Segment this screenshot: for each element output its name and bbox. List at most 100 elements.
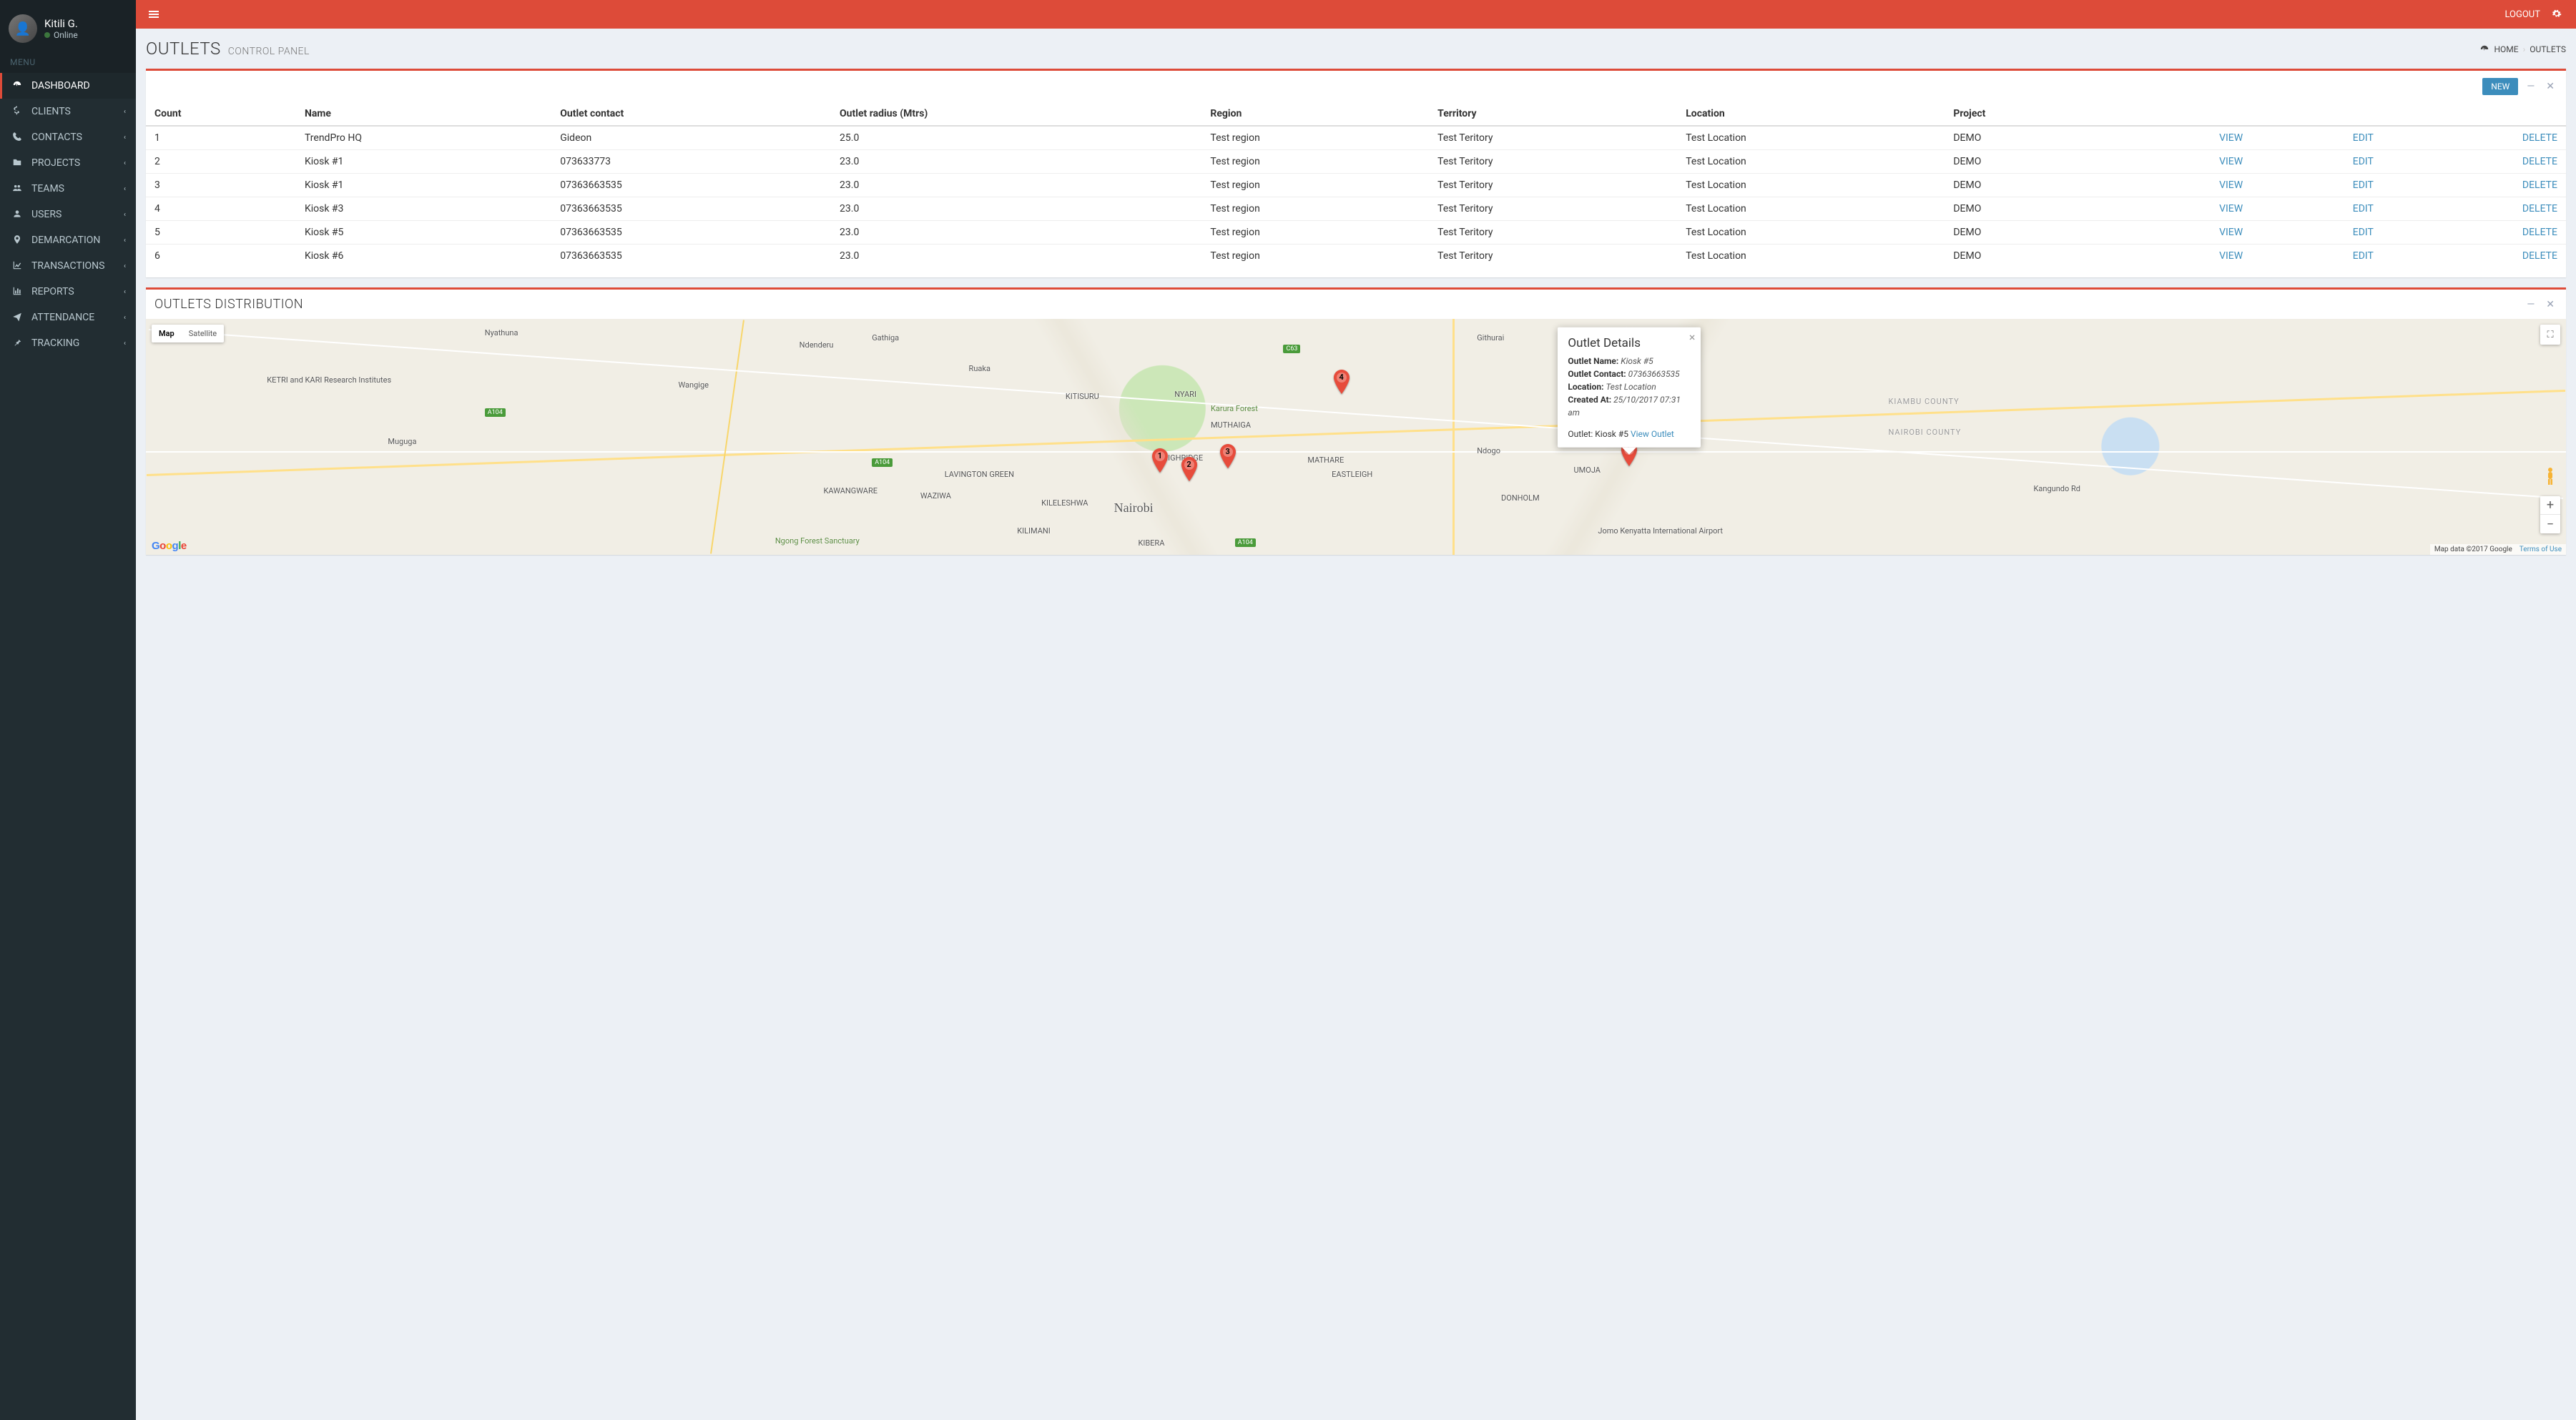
table-cell: 23.0: [834, 150, 1204, 174]
sidebar-item-clients[interactable]: CLIENTS‹: [0, 99, 136, 124]
delete-link[interactable]: DELETE: [2522, 132, 2557, 144]
map-type-map[interactable]: Map: [152, 325, 182, 342]
close-icon[interactable]: ✕: [2543, 81, 2557, 92]
edit-link[interactable]: EDIT: [2353, 132, 2374, 144]
close-icon[interactable]: ✕: [2543, 299, 2557, 310]
view-link[interactable]: VIEW: [2219, 156, 2243, 167]
logout-link[interactable]: LOGOUT: [2497, 9, 2547, 20]
map-marker[interactable]: 3: [1220, 444, 1236, 471]
sidebar-item-label: CONTACTS: [31, 132, 82, 143]
breadcrumb-home[interactable]: HOME: [2494, 44, 2518, 54]
table-header: Name: [299, 102, 554, 126]
sidebar-item-label: DASHBOARD: [31, 80, 90, 92]
sidebar-item-contacts[interactable]: CONTACTS‹: [0, 124, 136, 150]
view-link[interactable]: VIEW: [2219, 250, 2243, 262]
delete-link[interactable]: DELETE: [2522, 203, 2557, 215]
status-dot: [44, 32, 50, 38]
close-icon[interactable]: ×: [1689, 331, 1696, 342]
sidebar-item-label: TRACKING: [31, 337, 79, 349]
edit-link[interactable]: EDIT: [2353, 156, 2374, 167]
zoom-in-button[interactable]: +: [2540, 496, 2560, 515]
map-label: KILELESHWA: [1041, 498, 1088, 508]
view-link[interactable]: VIEW: [2219, 179, 2243, 191]
map-type-satellite[interactable]: Satellite: [182, 325, 224, 342]
map-marker[interactable]: 1: [1152, 448, 1168, 475]
table-cell: Kiosk #5: [299, 221, 554, 245]
chevron-left-icon: ‹: [124, 340, 126, 347]
zoom-out-button[interactable]: −: [2540, 515, 2560, 533]
settings-icon[interactable]: [2547, 9, 2566, 20]
fullscreen-icon[interactable]: ⛶: [2540, 325, 2560, 345]
map-marker[interactable]: 4: [1334, 370, 1350, 397]
map-marker[interactable]: 2: [1181, 457, 1197, 484]
sidebar-item-projects[interactable]: PROJECTS‹: [0, 150, 136, 176]
delete-link[interactable]: DELETE: [2522, 227, 2557, 238]
map-label: Muguga: [388, 437, 416, 446]
avatar[interactable]: 👤: [9, 14, 37, 43]
delete-link[interactable]: DELETE: [2522, 179, 2557, 191]
table-cell: DEMO: [1947, 150, 2110, 174]
chart-bar-icon: [10, 286, 24, 297]
chevron-left-icon: ‹: [124, 159, 126, 167]
table-cell: Test Location: [1680, 150, 1947, 174]
collapse-icon[interactable]: —: [2524, 299, 2537, 310]
map-label: Karura Forest: [1211, 404, 1258, 413]
map-type-toggle: Map Satellite: [152, 325, 224, 342]
table-cell: Test Location: [1680, 197, 1947, 221]
edit-link[interactable]: EDIT: [2353, 203, 2374, 215]
view-link[interactable]: VIEW: [2219, 132, 2243, 144]
table-cell: Test Teritory: [1432, 150, 1680, 174]
topbar: LOGOUT: [136, 0, 2576, 29]
table-cell: Test region: [1204, 245, 1432, 268]
view-link[interactable]: VIEW: [2219, 227, 2243, 238]
map-label: KILIMANI: [1017, 526, 1051, 536]
table-row: 2Kiosk #107363377323.0Test regionTest Te…: [146, 150, 2566, 174]
pegman-icon[interactable]: [2542, 466, 2559, 486]
map-label: Wangige: [678, 380, 709, 390]
google-logo: Google: [152, 540, 187, 552]
sidebar-item-label: TEAMS: [31, 183, 64, 194]
sidebar-item-attendance[interactable]: ATTENDANCE‹: [0, 305, 136, 330]
map[interactable]: Nyathuna Gathiga Ndenderu Ruaka Wangige …: [146, 319, 2566, 555]
table-cell: TrendPro HQ: [299, 126, 554, 150]
pushpin-icon: [10, 337, 24, 349]
table-cell: Test Teritory: [1432, 221, 1680, 245]
new-button[interactable]: NEW: [2482, 78, 2518, 95]
view-outlet-link[interactable]: View Outlet: [1631, 428, 1674, 438]
map-label: DONHOLM: [1501, 493, 1540, 503]
edit-link[interactable]: EDIT: [2353, 179, 2374, 191]
table-cell: Test region: [1204, 197, 1432, 221]
map-label: Kangundo Rd: [2034, 484, 2080, 493]
sidebar-item-demarcation[interactable]: DEMARCATION‹: [0, 227, 136, 253]
city-label: Nairobi: [1114, 501, 1154, 516]
chevron-left-icon: ‹: [124, 108, 126, 116]
table-cell: Test region: [1204, 150, 1432, 174]
chevron-left-icon: ‹: [124, 314, 126, 322]
map-label: NYARI: [1174, 390, 1196, 399]
edit-link[interactable]: EDIT: [2353, 250, 2374, 262]
table-cell: 23.0: [834, 221, 1204, 245]
view-link[interactable]: VIEW: [2219, 203, 2243, 215]
menu-toggle-button[interactable]: [146, 6, 162, 22]
delete-link[interactable]: DELETE: [2522, 250, 2557, 262]
table-cell: Test region: [1204, 221, 1432, 245]
road-shield: A104: [1235, 538, 1256, 547]
sidebar-item-users[interactable]: USERS‹: [0, 202, 136, 227]
sidebar-item-teams[interactable]: TEAMS‹: [0, 176, 136, 202]
sidebar-item-label: TRANSACTIONS: [31, 260, 104, 272]
table-cell: DEMO: [1947, 245, 2110, 268]
sidebar-item-reports[interactable]: REPORTS‹: [0, 279, 136, 305]
edit-link[interactable]: EDIT: [2353, 227, 2374, 238]
table-row: 3Kiosk #10736366353523.0Test regionTest …: [146, 174, 2566, 197]
user-status: Online: [44, 30, 78, 40]
sidebar-item-dashboard[interactable]: DASHBOARD: [0, 73, 136, 99]
page-subtitle: CONTROL PANEL: [228, 46, 310, 57]
terms-link[interactable]: Terms of Use: [2520, 546, 2562, 553]
table-cell: Kiosk #1: [299, 174, 554, 197]
table-cell: 2: [146, 150, 299, 174]
sidebar-item-tracking[interactable]: TRACKING ‹: [0, 330, 136, 356]
sidebar-item-transactions[interactable]: TRANSACTIONS‹: [0, 253, 136, 279]
delete-link[interactable]: DELETE: [2522, 156, 2557, 167]
collapse-icon[interactable]: —: [2524, 81, 2537, 92]
map-label: EASTLEIGH: [1332, 470, 1372, 479]
